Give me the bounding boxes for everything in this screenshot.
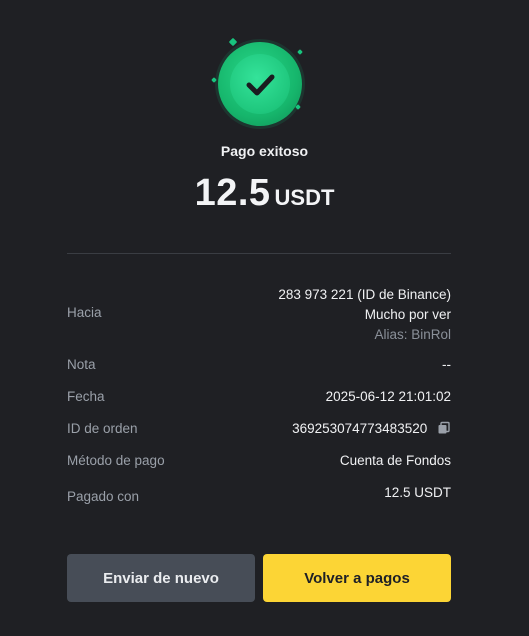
detail-label: Nota bbox=[67, 357, 96, 372]
detail-value: Cuenta de Fondos bbox=[339, 453, 451, 468]
order-id-value: 369253074773483520 bbox=[292, 421, 451, 436]
sparkle-icon bbox=[228, 37, 238, 47]
detail-label: Fecha bbox=[67, 389, 105, 404]
back-to-payments-button[interactable]: Volver a pagos bbox=[263, 554, 451, 602]
success-header: Pago exitoso 12.5 USDT bbox=[0, 30, 529, 230]
detail-row-to: Hacia 283 973 221 (ID de Binance) Mucho … bbox=[67, 285, 451, 345]
recipient-alias: Alias: BinRol bbox=[374, 327, 451, 342]
detail-row-note: Nota -- bbox=[67, 357, 451, 372]
amount-value: 12.5 bbox=[194, 172, 271, 214]
detail-row-order-id: ID de orden 369253074773483520 bbox=[67, 421, 451, 436]
send-again-button[interactable]: Enviar de nuevo bbox=[67, 554, 255, 602]
detail-value: 369253074773483520 bbox=[292, 421, 428, 436]
copy-icon[interactable] bbox=[437, 421, 451, 435]
status-title: Pago exitoso bbox=[220, 143, 309, 159]
detail-label: ID de orden bbox=[67, 421, 138, 436]
detail-label: Método de pago bbox=[67, 453, 165, 468]
sparkle-icon bbox=[211, 77, 217, 83]
detail-row-date: Fecha 2025-06-12 21:01:02 bbox=[67, 389, 451, 404]
amount: 12.5 USDT bbox=[0, 172, 529, 215]
sparkle-icon bbox=[297, 49, 303, 55]
detail-value: -- bbox=[442, 357, 451, 372]
detail-row-paid-with: Pagado con 12.5 USDT bbox=[67, 485, 451, 504]
divider bbox=[67, 253, 451, 254]
success-icon-group bbox=[203, 30, 313, 126]
detail-value: 12.5 USDT bbox=[384, 485, 451, 500]
detail-row-payment-method: Método de pago Cuenta de Fondos bbox=[67, 453, 451, 468]
detail-label: Pagado con bbox=[67, 489, 140, 504]
check-icon bbox=[246, 74, 275, 96]
recipient-id: 283 973 221 (ID de Binance) bbox=[278, 287, 451, 302]
recipient-info: 283 973 221 (ID de Binance) Mucho por ve… bbox=[278, 285, 451, 345]
detail-value: 2025-06-12 21:01:02 bbox=[325, 389, 451, 404]
recipient-name: Mucho por ver bbox=[364, 307, 451, 322]
detail-label: Hacia bbox=[67, 305, 102, 320]
amount-unit: USDT bbox=[274, 185, 335, 210]
check-circle-icon bbox=[218, 42, 302, 126]
